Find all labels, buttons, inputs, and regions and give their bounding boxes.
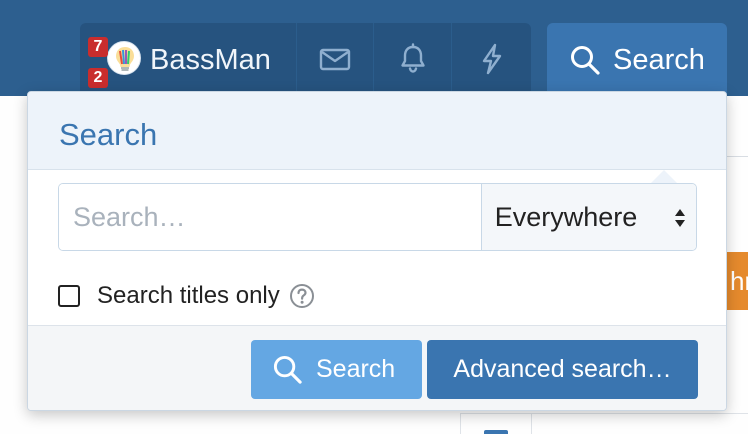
search-tab[interactable]: Search bbox=[547, 23, 727, 96]
titles-only-label[interactable]: Search titles only bbox=[97, 280, 280, 312]
notification-badge: 7 bbox=[88, 37, 108, 57]
titles-only-checkbox[interactable] bbox=[58, 285, 80, 307]
search-input[interactable] bbox=[59, 184, 481, 250]
search-icon bbox=[273, 355, 302, 384]
search-dropdown-title: Search bbox=[59, 117, 158, 152]
account-group: 7 2 BassMan bbox=[80, 23, 531, 96]
username: BassMan bbox=[150, 44, 271, 76]
select-arrows-icon bbox=[674, 209, 685, 227]
search-icon bbox=[571, 46, 600, 75]
search-scope-value: Everywhere bbox=[494, 202, 638, 232]
account-menu[interactable]: 7 2 BassMan bbox=[80, 23, 297, 96]
partial-action-label: hre bbox=[730, 266, 748, 296]
search-dropdown: Search Everywhere Search titles only Sea… bbox=[27, 91, 727, 411]
search-scope-select[interactable]: Everywhere bbox=[480, 184, 696, 250]
titles-only-option: Search titles only bbox=[58, 280, 315, 312]
dropdown-caret bbox=[651, 170, 677, 183]
bell-icon bbox=[401, 43, 425, 73]
search-dropdown-footer: Search Advanced search… bbox=[28, 325, 726, 410]
notification-badge: 2 bbox=[88, 68, 108, 88]
search-tab-label: Search bbox=[613, 44, 705, 76]
list-cell bbox=[532, 413, 748, 434]
inbox-button[interactable] bbox=[297, 23, 375, 96]
question-circle-icon[interactable] bbox=[289, 283, 315, 309]
whats-new-button[interactable] bbox=[452, 23, 531, 96]
alerts-button[interactable] bbox=[374, 23, 453, 96]
search-submit-button[interactable]: Search bbox=[251, 340, 422, 399]
row-checkbox[interactable] bbox=[484, 430, 508, 434]
lightning-icon bbox=[482, 43, 501, 75]
avatar bbox=[107, 41, 141, 75]
search-input-group: Everywhere bbox=[58, 183, 697, 251]
mail-icon bbox=[319, 48, 351, 71]
page-divider bbox=[727, 156, 748, 157]
advanced-search-button[interactable]: Advanced search… bbox=[427, 340, 698, 399]
top-navigation-bar: 7 2 BassMan Search bbox=[0, 0, 748, 96]
search-submit-label: Search bbox=[316, 355, 396, 383]
search-dropdown-header: Search bbox=[28, 92, 726, 170]
